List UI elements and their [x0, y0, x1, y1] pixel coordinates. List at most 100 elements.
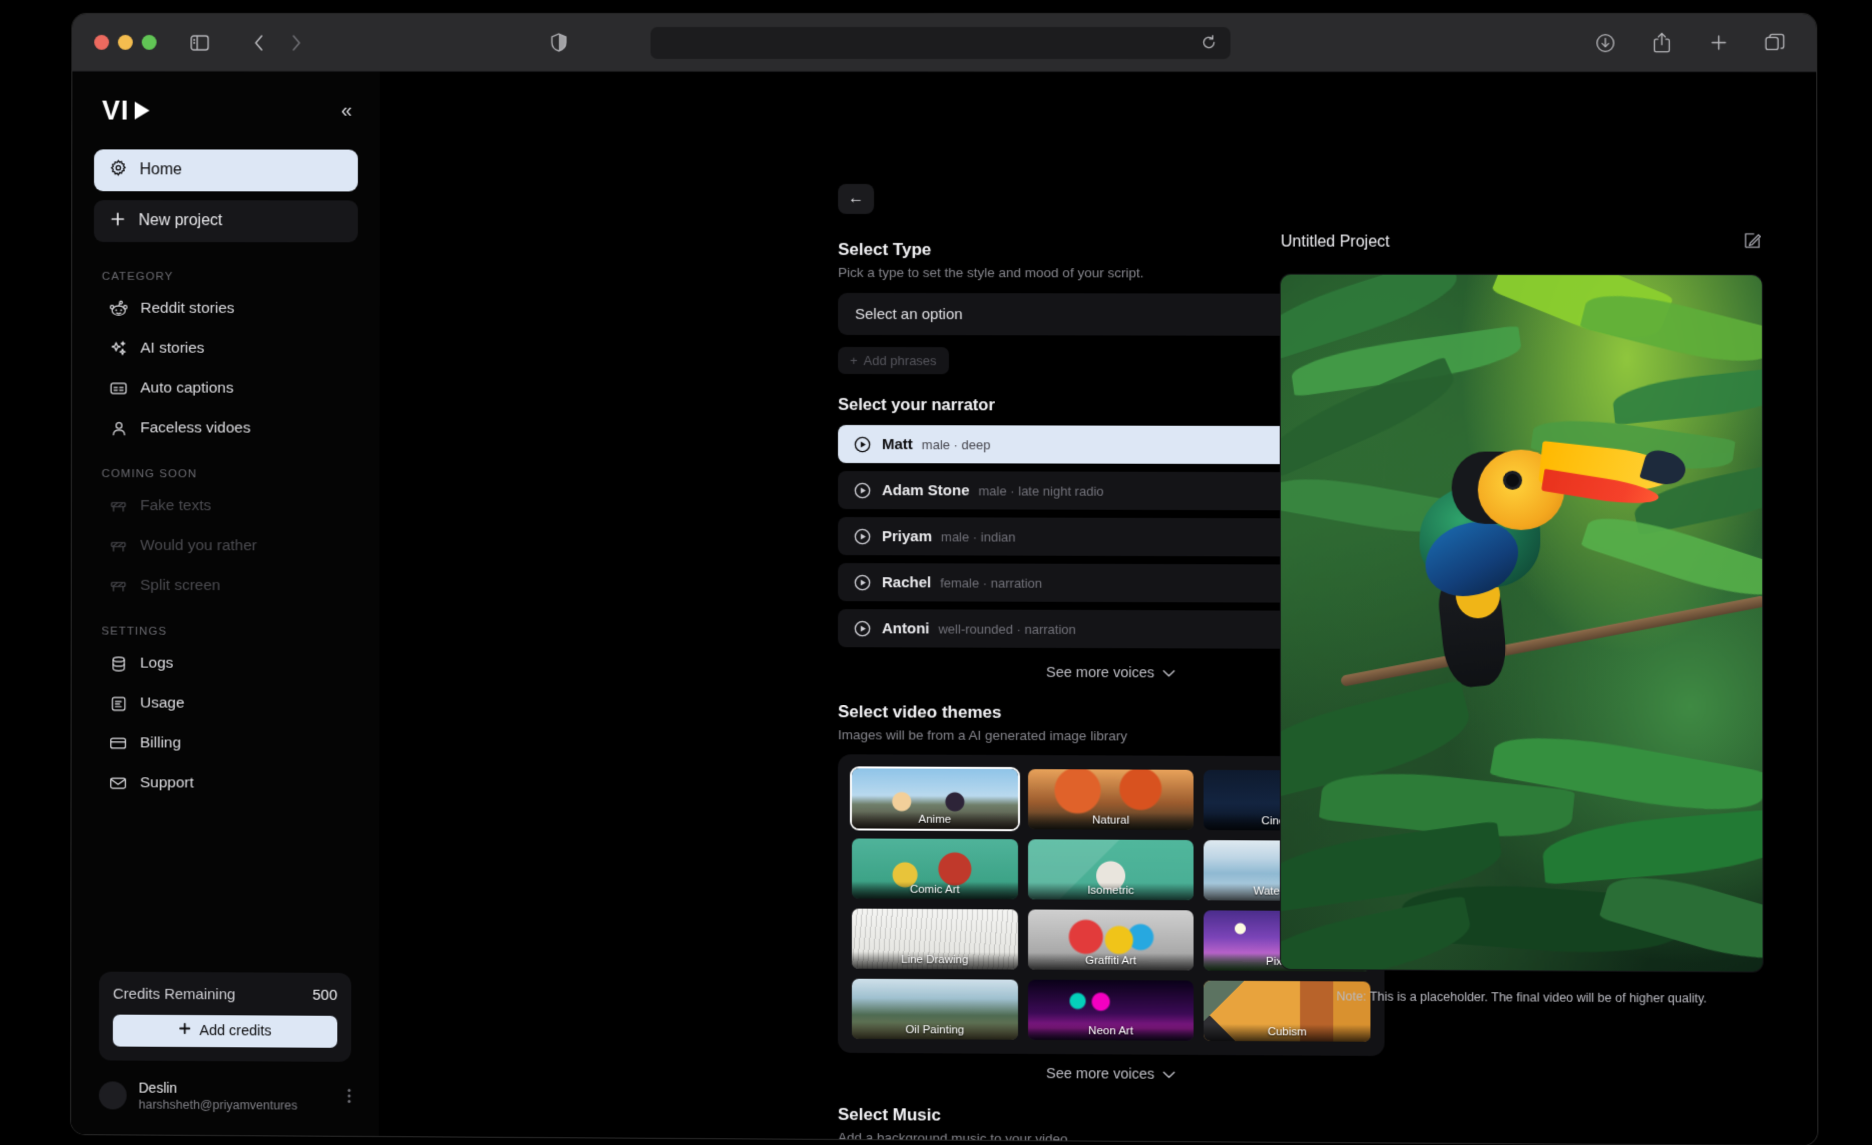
sidebar-item-new-project[interactable]: New project	[94, 200, 358, 242]
back-arrow-icon[interactable]	[242, 27, 276, 57]
type-select-value: Select an option	[855, 305, 963, 322]
close-window-button[interactable]	[94, 35, 109, 50]
voice-name: Rachel	[882, 574, 931, 591]
back-arrow-icon: ←	[848, 190, 864, 208]
play-icon[interactable]	[854, 482, 871, 499]
add-phrases-label: Add phrases	[864, 353, 937, 368]
preview-image	[1281, 275, 1763, 972]
theme-option-oil-painting[interactable]: Oil Painting	[852, 979, 1018, 1040]
sidebar-item-ai-stories[interactable]: AI stories	[94, 329, 358, 369]
reload-icon[interactable]	[1198, 33, 1218, 53]
add-phrases-button[interactable]: + Add phrases	[838, 347, 949, 374]
person-icon	[110, 419, 128, 437]
user-profile[interactable]: Deslin harshsheth@priyamventures	[93, 1060, 357, 1136]
sidebar-item-reddit-stories[interactable]: Reddit stories	[94, 289, 358, 329]
sidebar-icon[interactable]	[182, 27, 216, 57]
theme-option-neon-art[interactable]: Neon Art	[1028, 980, 1194, 1041]
theme-option-natural[interactable]: Natural	[1028, 769, 1194, 830]
see-more-voices-label: See more voices	[1046, 665, 1154, 681]
select-music-title: Select Music	[838, 1105, 1385, 1128]
captions-icon	[110, 379, 128, 397]
sidebar-item-label: Support	[140, 774, 194, 792]
credits-value: 500	[312, 986, 337, 1003]
tab-overview-icon[interactable]	[1758, 28, 1792, 58]
kebab-menu-icon[interactable]	[347, 1088, 351, 1105]
window-controls	[94, 35, 156, 50]
play-triangle-icon	[134, 102, 149, 120]
sidebar-item-label: Split screen	[140, 577, 220, 595]
sidebar-item-new-project-label: New project	[139, 212, 223, 230]
share-icon[interactable]	[1645, 28, 1679, 58]
sidebar-item-fake-texts: Fake texts	[94, 486, 358, 527]
preview-note: Note: This is a placeholder. The final v…	[1281, 989, 1763, 1006]
voice-desc: male · deep	[922, 437, 991, 452]
app-logo[interactable]: VI	[102, 95, 149, 126]
sidebar-item-support[interactable]: Support	[93, 763, 357, 804]
theme-label: Isometric	[1028, 882, 1194, 900]
download-icon[interactable]	[1588, 28, 1622, 58]
sidebar-item-label: Faceless vidoes	[140, 419, 250, 437]
sidebar-item-label: Would you rather	[140, 537, 257, 555]
profile-email: harshsheth@priyamventures	[139, 1096, 298, 1113]
theme-label: Natural	[1028, 812, 1194, 830]
theme-label: Line Drawing	[852, 952, 1018, 970]
sidebar-item-usage[interactable]: Usage	[93, 683, 357, 724]
sidebar-item-label: Billing	[140, 734, 181, 752]
play-icon[interactable]	[854, 528, 871, 545]
sidebar-item-logs[interactable]: Logs	[93, 643, 357, 684]
sidebar-item-home-label: Home	[140, 161, 182, 179]
back-button[interactable]: ←	[838, 184, 874, 214]
sidebar-item-label: AI stories	[140, 340, 204, 358]
add-credits-label: Add credits	[199, 1023, 271, 1039]
credits-row: Credits Remaining 500	[113, 985, 337, 1003]
theme-label: Comic Art	[852, 882, 1018, 900]
credit-card-icon	[109, 734, 127, 752]
sidebar-item-billing[interactable]: Billing	[93, 723, 357, 764]
report-icon	[109, 694, 127, 712]
edit-icon[interactable]	[1743, 231, 1762, 255]
forward-arrow-icon[interactable]	[280, 27, 314, 57]
shield-icon[interactable]	[542, 27, 576, 57]
voice-desc: male · indian	[941, 529, 1016, 544]
sidebar-item-label: Usage	[140, 695, 184, 713]
construction-icon	[109, 537, 127, 555]
sidebar-item-label: Auto captions	[140, 380, 233, 398]
minimize-window-button[interactable]	[118, 35, 133, 50]
sidebar-item-would-you-rather: Would you rather	[94, 526, 358, 567]
plus-icon[interactable]	[1701, 28, 1735, 58]
desktop-background: VI « Home	[0, 0, 1872, 1138]
see-more-themes-label: See more voices	[1046, 1066, 1154, 1083]
music-header: Select Music Add a background music to y…	[838, 1105, 1385, 1145]
sidebar-header: VI «	[94, 72, 358, 150]
play-icon[interactable]	[854, 620, 871, 637]
sidebar: VI « Home	[71, 72, 380, 1136]
construction-icon	[109, 497, 127, 515]
theme-option-anime[interactable]: Anime	[852, 768, 1018, 829]
add-credits-button[interactable]: Add credits	[113, 1014, 337, 1047]
play-icon[interactable]	[854, 574, 871, 591]
sidebar-item-faceless-videos[interactable]: Faceless vidoes	[94, 408, 358, 449]
sidebar-group-label-category: CATEGORY	[102, 271, 358, 283]
see-more-themes-button[interactable]: See more voices	[838, 1053, 1385, 1084]
reddit-icon	[110, 300, 128, 318]
browser-window: VI « Home	[71, 14, 1817, 1145]
theme-option-comic-art[interactable]: Comic Art	[852, 838, 1018, 899]
sidebar-item-label: Fake texts	[140, 497, 211, 515]
address-bar[interactable]	[651, 26, 1231, 58]
profile-name: Deslin	[139, 1078, 298, 1097]
sidebar-group-label-coming-soon: COMING SOON	[102, 468, 358, 481]
theme-option-line-drawing[interactable]: Line Drawing	[852, 909, 1018, 970]
voice-name: Adam Stone	[882, 482, 970, 499]
maximize-window-button[interactable]	[142, 35, 157, 50]
voice-desc: male · late night radio	[979, 483, 1104, 498]
sidebar-item-auto-captions[interactable]: Auto captions	[94, 368, 358, 408]
sidebar-item-home[interactable]: Home	[94, 149, 358, 191]
collapse-sidebar-button[interactable]: «	[341, 101, 350, 121]
voice-name: Matt	[882, 436, 913, 453]
play-icon[interactable]	[854, 436, 871, 453]
theme-label: Cubism	[1204, 1024, 1371, 1042]
theme-option-isometric[interactable]: Isometric	[1028, 839, 1194, 900]
theme-option-graffiti-art[interactable]: Graffiti Art	[1028, 909, 1194, 970]
sidebar-group-label-settings: SETTINGS	[101, 626, 357, 639]
plus-icon: +	[850, 353, 858, 368]
